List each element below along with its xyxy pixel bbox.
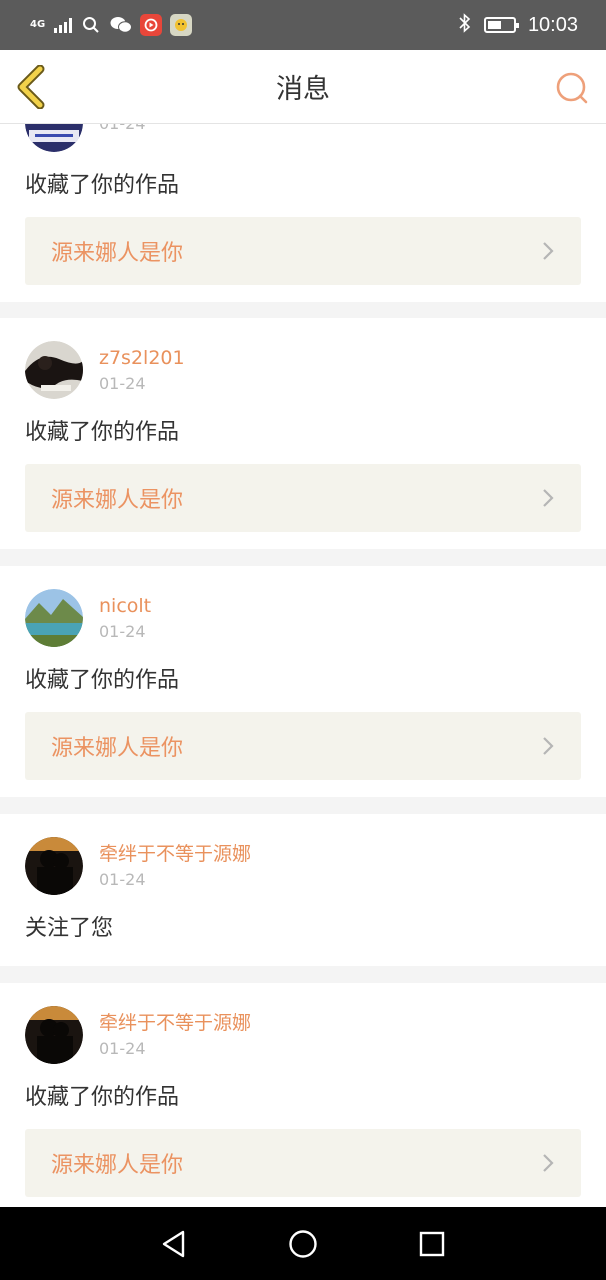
bluetooth-icon	[458, 13, 472, 37]
notification-card: 牵绊于不等于源娜 01-24 收藏了你的作品 源来娜人是你	[0, 983, 606, 1207]
battery-icon	[483, 17, 519, 33]
card-meta: 牵绊于不等于源娜 01-24	[99, 841, 251, 891]
card-meta: 牵绊于不等于源娜 01-24	[99, 1010, 251, 1060]
back-chevron-icon	[17, 64, 45, 110]
notification-card: nicolt 01-24 收藏了你的作品 源来娜人是你	[0, 566, 606, 797]
signal-icon	[54, 17, 72, 33]
action-text: 收藏了你的作品	[25, 420, 180, 445]
avatar[interactable]	[25, 1006, 83, 1064]
chevron-right-icon	[543, 489, 554, 507]
card-meta: z7s2l201 01-24	[99, 345, 185, 395]
action-text: 收藏了你的作品	[25, 668, 180, 693]
work-title: 源来娜人是你	[51, 488, 184, 513]
work-link[interactable]: 源来娜人是你	[25, 712, 581, 780]
avatar[interactable]	[25, 124, 83, 152]
date: 01-24	[99, 622, 146, 641]
message-list[interactable]: 01-24 收藏了你的作品 源来娜人是你 z7s2l201 01-24 收	[0, 124, 606, 1207]
search-icon	[556, 72, 588, 104]
avatar[interactable]	[25, 837, 83, 895]
status-bar-left: 4G	[30, 14, 192, 36]
card-meta: 01-24	[99, 124, 146, 135]
card-header: 牵绊于不等于源娜 01-24	[25, 983, 581, 1081]
work-title: 源来娜人是你	[51, 1153, 184, 1178]
status-bar: 4G 10:03	[0, 0, 606, 50]
work-title: 源来娜人是你	[51, 736, 184, 761]
card-header: nicolt 01-24	[25, 566, 581, 664]
wechat-icon	[110, 14, 132, 36]
search-icon	[80, 14, 102, 36]
notification-card: z7s2l201 01-24 收藏了你的作品 源来娜人是你	[0, 318, 606, 549]
nav-back-icon[interactable]	[160, 1229, 188, 1259]
work-link[interactable]: 源来娜人是你	[25, 217, 581, 285]
notification-card: 01-24 收藏了你的作品 源来娜人是你	[0, 124, 606, 302]
chevron-right-icon	[543, 1154, 554, 1172]
date: 01-24	[99, 124, 146, 135]
card-header: 01-24	[25, 124, 581, 169]
nav-recents-icon[interactable]	[418, 1230, 446, 1258]
username[interactable]: z7s2l201	[99, 345, 185, 371]
system-nav-bar	[0, 1207, 606, 1280]
action-text: 收藏了你的作品	[25, 1085, 180, 1110]
work-link[interactable]: 源来娜人是你	[25, 1129, 581, 1197]
clock: 10:03	[527, 13, 578, 36]
card-meta: nicolt 01-24	[99, 593, 151, 643]
username[interactable]: nicolt	[99, 593, 151, 619]
chevron-right-icon	[543, 242, 554, 260]
card-header: 牵绊于不等于源娜 01-24	[25, 814, 581, 912]
work-title: 源来娜人是你	[51, 241, 184, 266]
username[interactable]: 牵绊于不等于源娜	[99, 1010, 251, 1036]
chevron-right-icon	[543, 737, 554, 755]
notification-card: 牵绊于不等于源娜 01-24 关注了您	[0, 814, 606, 966]
nav-home-icon[interactable]	[288, 1229, 318, 1259]
app-icon	[140, 14, 162, 36]
message-list-inner: 01-24 收藏了你的作品 源来娜人是你 z7s2l201 01-24 收	[0, 124, 606, 1207]
network-type: 4G	[30, 19, 46, 30]
app-icon-2	[170, 14, 192, 36]
date: 01-24	[99, 374, 146, 393]
card-header: z7s2l201 01-24	[25, 318, 581, 416]
page-title: 消息	[276, 74, 330, 105]
search-button[interactable]	[554, 70, 590, 106]
username[interactable]: 牵绊于不等于源娜	[99, 841, 251, 867]
action-text: 收藏了你的作品	[25, 173, 180, 198]
avatar[interactable]	[25, 589, 83, 647]
status-bar-right: 10:03	[458, 13, 578, 37]
battery-level	[487, 21, 502, 29]
header: 消息	[0, 50, 606, 124]
date: 01-24	[99, 1039, 146, 1058]
work-link[interactable]: 源来娜人是你	[25, 464, 581, 532]
action-text: 关注了您	[25, 916, 114, 941]
date: 01-24	[99, 870, 146, 889]
avatar[interactable]	[25, 341, 83, 399]
back-button[interactable]	[14, 64, 54, 110]
